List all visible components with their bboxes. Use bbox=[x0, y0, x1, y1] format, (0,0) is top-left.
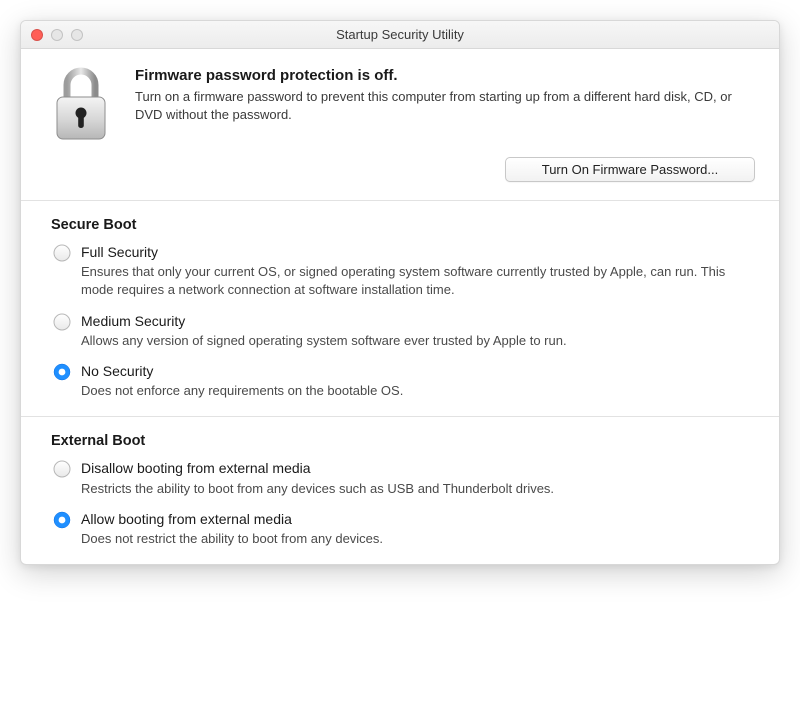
external-boot-option-disallow[interactable]: Disallow booting from external media Res… bbox=[51, 459, 749, 497]
option-label: Medium Security bbox=[81, 312, 749, 330]
option-description: Allows any version of signed operating s… bbox=[81, 332, 749, 350]
external-boot-title: External Boot bbox=[51, 433, 749, 449]
zoom-icon bbox=[71, 29, 83, 41]
header-description: Turn on a firmware password to prevent t… bbox=[135, 88, 755, 124]
radio-icon[interactable] bbox=[53, 460, 71, 478]
option-description: Does not enforce any requirements on the… bbox=[81, 382, 749, 400]
option-label: Allow booting from external media bbox=[81, 510, 749, 528]
external-boot-option-allow[interactable]: Allow booting from external media Does n… bbox=[51, 510, 749, 548]
header-title: Firmware password protection is off. bbox=[135, 67, 755, 84]
window-title: Startup Security Utility bbox=[21, 27, 779, 42]
option-description: Ensures that only your current OS, or si… bbox=[81, 263, 749, 299]
header-text: Firmware password protection is off. Tur… bbox=[135, 67, 755, 143]
radio-icon[interactable] bbox=[53, 313, 71, 331]
option-label: Disallow booting from external media bbox=[81, 459, 749, 477]
radio-icon[interactable] bbox=[53, 363, 71, 381]
external-boot-section: External Boot Disallow booting from exte… bbox=[21, 417, 779, 564]
minimize-icon bbox=[51, 29, 63, 41]
close-icon[interactable] bbox=[31, 29, 43, 41]
window: Startup Security Utility bbox=[20, 20, 780, 565]
secure-boot-title: Secure Boot bbox=[51, 217, 749, 233]
secure-boot-option-full-security[interactable]: Full Security Ensures that only your cur… bbox=[51, 243, 749, 300]
titlebar: Startup Security Utility bbox=[21, 21, 779, 49]
option-label: No Security bbox=[81, 362, 749, 380]
secure-boot-section: Secure Boot Full Security Ensures that o… bbox=[21, 201, 779, 416]
traffic-lights bbox=[21, 29, 83, 41]
header-button-row: Turn On Firmware Password... bbox=[21, 153, 779, 200]
lock-icon bbox=[45, 67, 117, 143]
radio-icon[interactable] bbox=[53, 511, 71, 529]
secure-boot-option-no-security[interactable]: No Security Does not enforce any require… bbox=[51, 362, 749, 400]
option-description: Restricts the ability to boot from any d… bbox=[81, 480, 749, 498]
header: Firmware password protection is off. Tur… bbox=[21, 49, 779, 153]
turn-on-firmware-password-button[interactable]: Turn On Firmware Password... bbox=[505, 157, 755, 182]
option-label: Full Security bbox=[81, 243, 749, 261]
secure-boot-option-medium-security[interactable]: Medium Security Allows any version of si… bbox=[51, 312, 749, 350]
option-description: Does not restrict the ability to boot fr… bbox=[81, 530, 749, 548]
radio-icon[interactable] bbox=[53, 244, 71, 262]
